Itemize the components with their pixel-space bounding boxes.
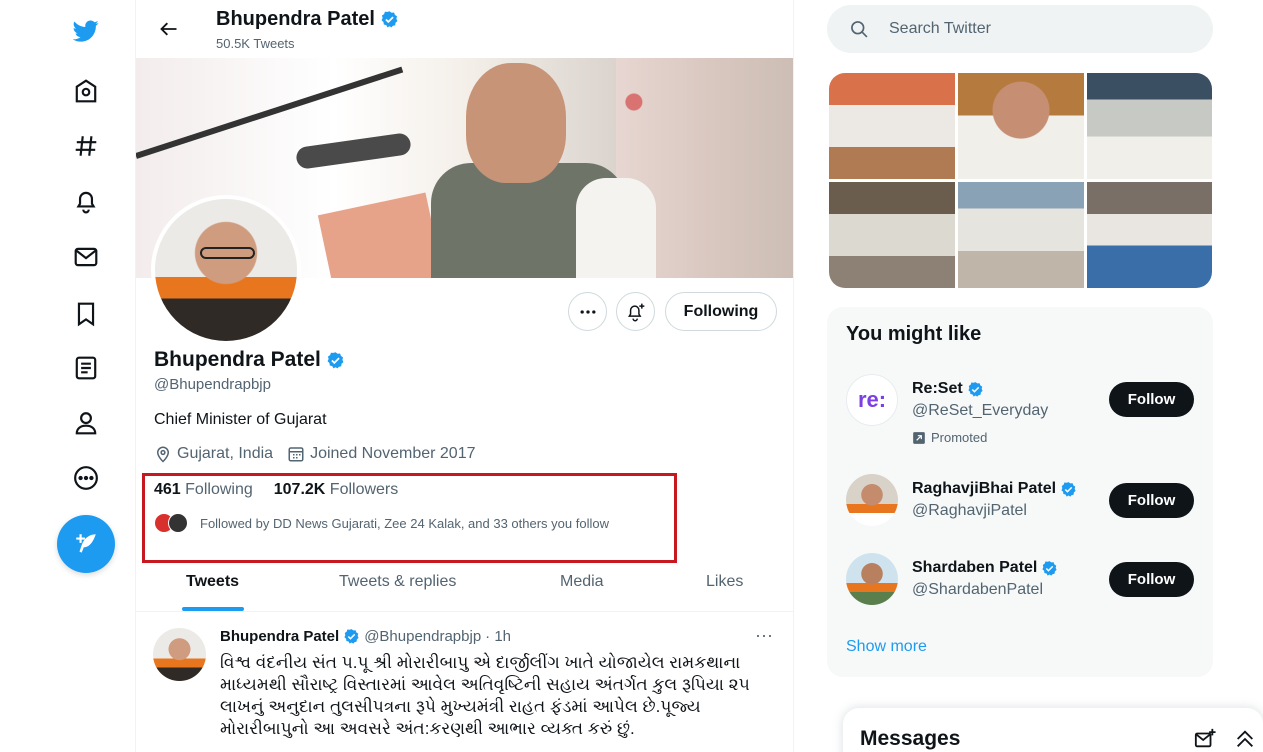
suggestion-name: RaghavjiBhai Patel bbox=[912, 480, 1077, 498]
header-tweet-count: 50.5K Tweets bbox=[216, 36, 295, 51]
tweet-time[interactable]: · 1h bbox=[485, 628, 511, 645]
tab-tweets[interactable]: Tweets bbox=[186, 573, 239, 591]
follow-button[interactable]: Follow bbox=[1109, 382, 1194, 417]
notify-bell-button[interactable] bbox=[616, 292, 655, 331]
header-profile-name: Bhupendra Patel bbox=[216, 8, 399, 31]
search-input[interactable] bbox=[889, 20, 1189, 38]
more-icon[interactable] bbox=[62, 454, 110, 502]
tab-tweets-replies[interactable]: Tweets & replies bbox=[339, 573, 456, 591]
explore-hashtag-icon[interactable] bbox=[62, 122, 110, 170]
profile-bio: Chief Minister of Gujarat bbox=[154, 411, 327, 428]
promoted-label: Promoted bbox=[912, 430, 987, 445]
followed-by-link[interactable]: Followed by DD News Gujarati, Zee 24 Kal… bbox=[154, 513, 609, 533]
tweet-more-icon[interactable]: ··· bbox=[755, 625, 773, 646]
profile-avatar[interactable] bbox=[151, 195, 301, 345]
home-icon[interactable] bbox=[62, 67, 110, 115]
tweet[interactable]: Bhupendra Patel @Bhupendrapbjp · 1h ··· … bbox=[136, 613, 793, 752]
profile-stats: 461 Following 107.2K Followers bbox=[154, 481, 398, 499]
messages-envelope-icon[interactable] bbox=[62, 233, 110, 281]
media-thumbnail[interactable] bbox=[829, 182, 955, 288]
profile-column: Bhupendra Patel 50.5K Tweets Following B… bbox=[135, 0, 794, 752]
profile-header-bar: Bhupendra Patel 50.5K Tweets bbox=[136, 0, 793, 58]
tab-likes[interactable]: Likes bbox=[706, 573, 743, 591]
zee-avatar bbox=[168, 513, 188, 533]
profile-name: Bhupendra Patel bbox=[154, 348, 345, 372]
compose-tweet-button[interactable] bbox=[57, 515, 115, 573]
joined-item: Joined November 2017 bbox=[287, 445, 476, 463]
suggestion-item[interactable]: RaghavjiBhai Patel @RaghavjiPatel Follow bbox=[827, 474, 1213, 549]
location-pin-icon bbox=[156, 446, 170, 463]
tweet-author-name[interactable]: Bhupendra Patel bbox=[220, 628, 339, 645]
suggestion-handle: @ShardabenPatel bbox=[912, 581, 1043, 598]
search-icon bbox=[851, 21, 868, 38]
media-thumbnail[interactable] bbox=[1087, 182, 1212, 288]
active-tab-indicator bbox=[182, 607, 244, 611]
feather-plus-icon bbox=[76, 534, 96, 553]
reset-logo: re: bbox=[846, 374, 898, 426]
ellipsis-icon bbox=[580, 309, 595, 314]
expand-chevron-icon[interactable] bbox=[1234, 728, 1256, 750]
media-thumbnail[interactable] bbox=[829, 73, 955, 179]
followers-count-link[interactable]: 107.2K Followers bbox=[274, 481, 399, 499]
tweet-author-handle[interactable]: @Bhupendrapbjp bbox=[364, 628, 481, 645]
messages-title: Messages bbox=[860, 727, 961, 750]
twitter-logo-icon[interactable] bbox=[62, 7, 110, 55]
profile-meta: Gujarat, India Joined November 2017 bbox=[154, 445, 476, 463]
new-message-icon[interactable] bbox=[1194, 728, 1216, 750]
verified-badge-icon bbox=[344, 629, 359, 644]
suggestion-name: Re:Set bbox=[912, 380, 984, 398]
tweet-avatar[interactable] bbox=[153, 628, 206, 681]
more-options-button[interactable] bbox=[568, 292, 607, 331]
lists-icon[interactable] bbox=[62, 344, 110, 392]
you-might-like-panel: You might like re: Re:Set @ReSet_Everyda… bbox=[827, 307, 1213, 677]
tweet-header: Bhupendra Patel @Bhupendrapbjp · 1h bbox=[220, 628, 511, 645]
location-item: Gujarat, India bbox=[154, 445, 273, 463]
raghavji-avatar bbox=[846, 474, 898, 526]
media-thumbnail[interactable] bbox=[958, 73, 1084, 179]
verified-badge-icon bbox=[968, 381, 983, 397]
verified-badge-icon bbox=[1042, 560, 1057, 576]
messages-drawer[interactable]: Messages bbox=[843, 708, 1263, 752]
suggestion-handle: @ReSet_Everyday bbox=[912, 402, 1049, 419]
suggestion-item[interactable]: re: Re:Set @ReSet_Everyday Promoted Foll… bbox=[827, 372, 1213, 447]
media-thumbnail[interactable] bbox=[958, 182, 1084, 288]
tab-media[interactable]: Media bbox=[560, 573, 604, 591]
following-count-link[interactable]: 461 Following bbox=[154, 481, 253, 499]
calendar-icon bbox=[288, 447, 304, 462]
verified-badge-icon bbox=[327, 351, 344, 368]
verified-badge-icon bbox=[381, 11, 398, 28]
panel-title: You might like bbox=[846, 323, 982, 345]
promoted-arrow-icon bbox=[913, 431, 925, 444]
back-arrow-icon[interactable] bbox=[154, 14, 184, 44]
search-bar[interactable] bbox=[827, 5, 1213, 53]
followed-by-avatars bbox=[154, 513, 188, 533]
suggestion-item[interactable]: Shardaben Patel @ShardabenPatel Follow bbox=[827, 553, 1213, 628]
left-navigation bbox=[0, 0, 135, 752]
media-thumbnail[interactable] bbox=[1087, 73, 1212, 179]
bookmarks-icon[interactable] bbox=[62, 290, 110, 338]
verified-badge-icon bbox=[1061, 481, 1076, 497]
suggestion-handle: @RaghavjiPatel bbox=[912, 502, 1027, 519]
profile-tabs: Tweets Tweets & replies Media Likes bbox=[136, 560, 793, 612]
profile-media-grid bbox=[829, 73, 1212, 288]
show-more-link[interactable]: Show more bbox=[846, 638, 927, 656]
following-button[interactable]: Following bbox=[665, 292, 777, 331]
bell-plus-icon bbox=[627, 303, 644, 321]
notifications-bell-icon[interactable] bbox=[62, 177, 110, 225]
follow-button[interactable]: Follow bbox=[1109, 562, 1194, 597]
suggestion-name: Shardaben Patel bbox=[912, 559, 1058, 577]
tweet-text: વિશ્વ વંદનીય સંત પ.પૂ શ્રી મોરારીબાપુ એ … bbox=[220, 653, 750, 738]
profile-handle: @Bhupendrapbjp bbox=[154, 376, 271, 393]
follow-button[interactable]: Follow bbox=[1109, 483, 1194, 518]
profile-icon[interactable] bbox=[62, 399, 110, 447]
shardaben-avatar bbox=[846, 553, 898, 605]
